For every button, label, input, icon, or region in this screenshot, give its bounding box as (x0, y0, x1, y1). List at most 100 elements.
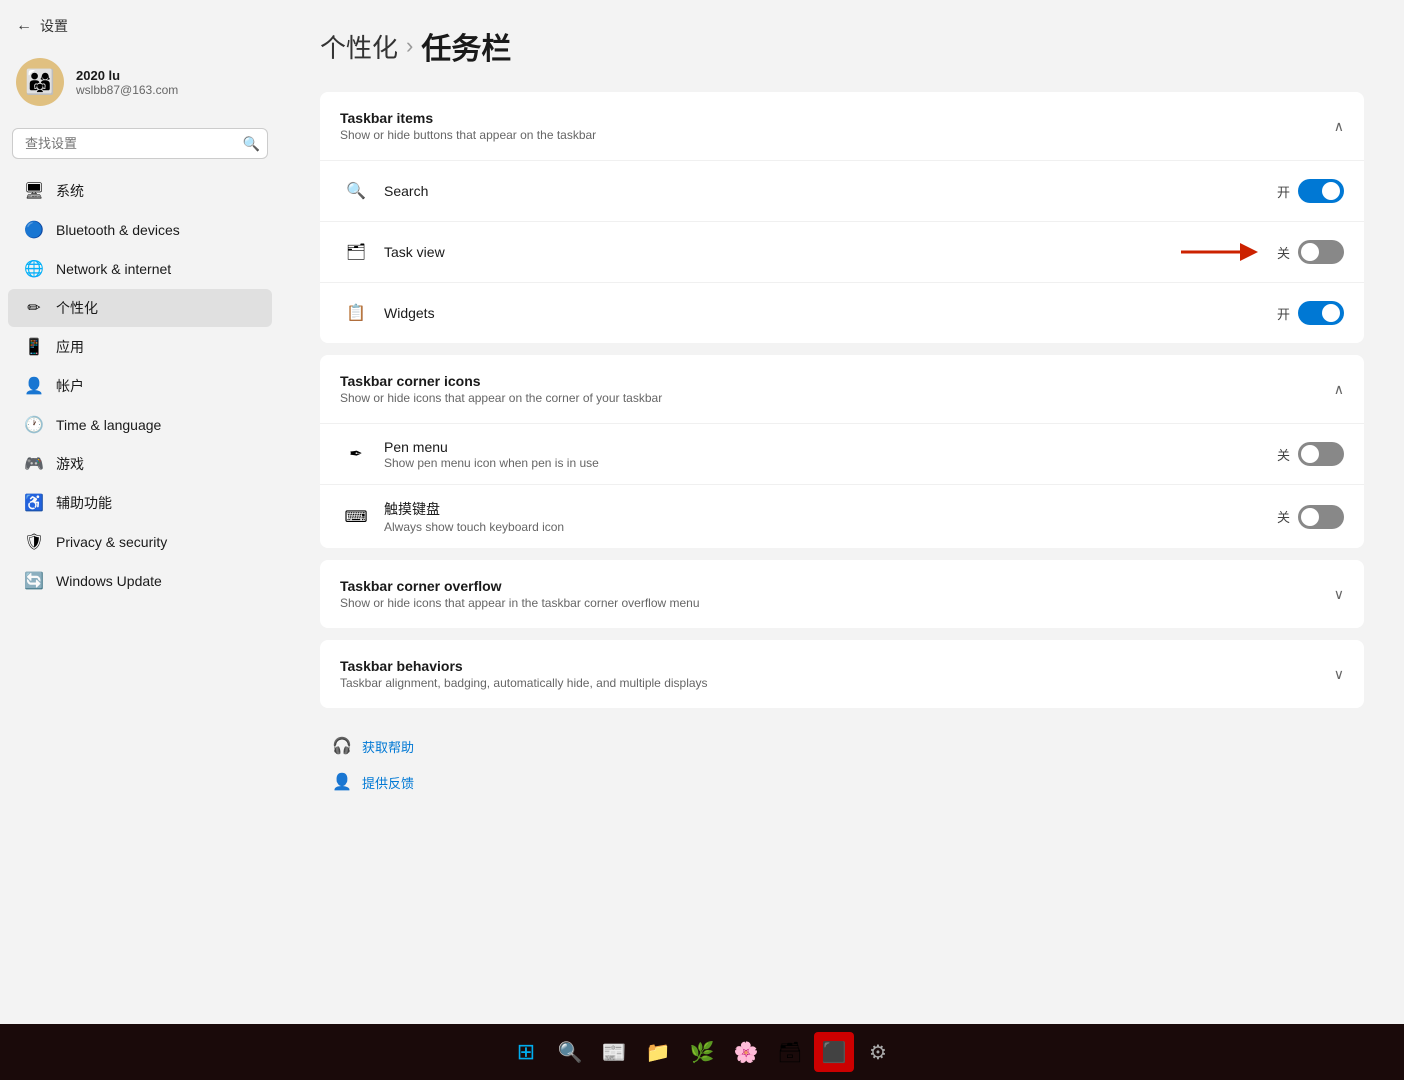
section-taskbar-items: Taskbar items Show or hide buttons that … (320, 92, 1364, 343)
task-view-state: 关 (1277, 243, 1290, 262)
section-header-taskbar-corner-overflow[interactable]: Taskbar corner overflow Show or hide ico… (320, 560, 1364, 628)
search-name: Search (384, 183, 1277, 199)
sidebar-label-time: Time & language (56, 417, 161, 433)
touch-keyboard-info: 触摸键盘 Always show touch keyboard icon (384, 499, 1277, 534)
touch-keyboard-state: 关 (1277, 507, 1290, 526)
main-content: 个性化 › 任务栏 Taskbar items Show or hide but… (280, 0, 1404, 1024)
widgets-toggle-track[interactable] (1298, 301, 1344, 325)
privacy-icon: 🛡 (24, 532, 44, 552)
sidebar-label-privacy: Privacy & security (56, 534, 167, 550)
sidebar: ← 设置 👨‍👩‍👧 2020 lu wslbb87@163.com 🔍 🖥 系… (0, 0, 280, 1024)
sidebar-label-network: Network & internet (56, 261, 171, 277)
sidebar-item-personalization[interactable]: ✏ 个性化 (8, 289, 272, 327)
back-button[interactable]: ← 设置 (0, 8, 280, 44)
sidebar-item-gaming[interactable]: 🎮 游戏 (8, 445, 272, 483)
touch-keyboard-desc: Always show touch keyboard icon (384, 520, 1277, 534)
task-view-toggle-track[interactable] (1298, 240, 1344, 264)
taskbar-icons: ⊞ 🔍 📰 📁 🌿 🌸 🗃 ⬛ ⚙ (506, 1032, 898, 1072)
avatar: 👨‍👩‍👧 (16, 58, 64, 106)
pen-menu-name: Pen menu (384, 439, 1277, 455)
widgets-toggle[interactable] (1298, 301, 1344, 325)
search-icon: 🔍 (243, 135, 260, 152)
sidebar-item-bluetooth[interactable]: 🔵 Bluetooth & devices (8, 211, 272, 249)
sidebar-item-network[interactable]: 🌐 Network & internet (8, 250, 272, 288)
section-title-block-taskbar-corner-icons: Taskbar corner icons Show or hide icons … (340, 373, 662, 405)
settings-taskbar-icon[interactable]: ⚙ (858, 1032, 898, 1072)
touch-keyboard-icon: ⌨ (340, 501, 372, 533)
search-toggle[interactable] (1298, 179, 1344, 203)
widgets-controls: 开 (1277, 301, 1344, 325)
browser2-taskbar-icon[interactable]: 🌸 (726, 1032, 766, 1072)
touch-keyboard-controls: 关 (1277, 505, 1344, 529)
setting-row-pen-menu: ✒ Pen menu Show pen menu icon when pen i… (320, 424, 1364, 485)
breadcrumb: 个性化 › 任务栏 (320, 24, 1364, 68)
sidebar-item-apps[interactable]: 📱 应用 (8, 328, 272, 366)
search-toggle-thumb (1322, 182, 1340, 200)
search-taskbar-icon[interactable]: 🔍 (550, 1032, 590, 1072)
touch-keyboard-toggle[interactable] (1298, 505, 1344, 529)
section-title-taskbar-corner-icons: Taskbar corner icons (340, 373, 662, 389)
section-subtitle-taskbar-corner-icons: Show or hide icons that appear on the co… (340, 391, 662, 405)
search-toggle-track[interactable] (1298, 179, 1344, 203)
search-info: Search (384, 183, 1277, 200)
sidebar-item-time[interactable]: 🕐 Time & language (8, 406, 272, 444)
browser1-taskbar-icon[interactable]: 🌿 (682, 1032, 722, 1072)
breadcrumb-parent: 个性化 (320, 28, 398, 65)
sidebar-item-system[interactable]: 🖥 系统 (8, 172, 272, 210)
sidebar-item-privacy[interactable]: 🛡 Privacy & security (8, 523, 272, 561)
section-taskbar-corner-overflow: Taskbar corner overflow Show or hide ico… (320, 560, 1364, 628)
section-chevron-taskbar-corner-overflow: ∨ (1334, 586, 1344, 603)
feedback-label[interactable]: 提供反馈 (362, 773, 414, 792)
system-icon: 🖥 (24, 181, 44, 201)
widgets-toggle-thumb (1322, 304, 1340, 322)
section-title-taskbar-behaviors: Taskbar behaviors (340, 658, 708, 674)
section-subtitle-taskbar-behaviors: Taskbar alignment, badging, automaticall… (340, 676, 708, 690)
task-view-taskbar-icon[interactable]: 📰 (594, 1032, 634, 1072)
feedback-icon: 👤 (332, 772, 352, 792)
feedback-link[interactable]: 👤 提供反馈 (328, 764, 1356, 800)
pen-menu-icon: ✒ (340, 438, 372, 470)
pen-menu-controls: 关 (1277, 442, 1344, 466)
section-header-taskbar-behaviors[interactable]: Taskbar behaviors Taskbar alignment, bad… (320, 640, 1364, 708)
files-taskbar-icon[interactable]: 📁 (638, 1032, 678, 1072)
pen-menu-state: 关 (1277, 445, 1290, 464)
touch-keyboard-toggle-track[interactable] (1298, 505, 1344, 529)
touch-keyboard-toggle-thumb (1301, 508, 1319, 526)
app1-taskbar-icon[interactable]: 🗃 (770, 1032, 810, 1072)
widgets-icon: 📋 (340, 297, 372, 329)
gaming-icon: 🎮 (24, 454, 44, 474)
sidebar-label-system: 系统 (56, 181, 84, 201)
sidebar-label-bluetooth: Bluetooth & devices (56, 222, 180, 238)
sections-container: Taskbar items Show or hide buttons that … (320, 92, 1364, 708)
section-header-taskbar-items[interactable]: Taskbar items Show or hide buttons that … (320, 92, 1364, 160)
sidebar-item-accounts[interactable]: 👤 帐户 (8, 367, 272, 405)
widgets-name: Widgets (384, 305, 1277, 321)
pen-menu-toggle[interactable] (1298, 442, 1344, 466)
accessibility-icon: ♿ (24, 493, 44, 513)
sidebar-item-accessibility[interactable]: ♿ 辅助功能 (8, 484, 272, 522)
user-email: wslbb87@163.com (76, 83, 178, 97)
section-title-taskbar-corner-overflow: Taskbar corner overflow (340, 578, 700, 594)
setting-row-widgets: 📋 Widgets 开 (320, 283, 1364, 343)
get-help-label[interactable]: 获取帮助 (362, 737, 414, 756)
user-info: 2020 lu wslbb87@163.com (76, 68, 178, 97)
sidebar-label-accessibility: 辅助功能 (56, 493, 112, 513)
app-title: 设置 (40, 16, 68, 36)
app2-taskbar-icon[interactable]: ⬛ (814, 1032, 854, 1072)
pen-menu-info: Pen menu Show pen menu icon when pen is … (384, 439, 1277, 470)
search-icon: 🔍 (340, 175, 372, 207)
section-title-block-taskbar-corner-overflow: Taskbar corner overflow Show or hide ico… (340, 578, 700, 610)
pen-menu-toggle-track[interactable] (1298, 442, 1344, 466)
sidebar-item-update[interactable]: 🔄 Windows Update (8, 562, 272, 600)
update-icon: 🔄 (24, 571, 44, 591)
start-button[interactable]: ⊞ (506, 1032, 546, 1072)
nav-list: 🖥 系统 🔵 Bluetooth & devices 🌐 Network & i… (0, 171, 280, 601)
personalization-icon: ✏ (24, 298, 44, 318)
section-header-taskbar-corner-icons[interactable]: Taskbar corner icons Show or hide icons … (320, 355, 1364, 423)
task-view-toggle[interactable] (1298, 240, 1344, 264)
search-input[interactable] (12, 128, 268, 159)
task-view-toggle-thumb (1301, 243, 1319, 261)
get-help-link[interactable]: 🎧 获取帮助 (328, 728, 1356, 764)
sidebar-label-personalization: 个性化 (56, 298, 98, 318)
section-subtitle-taskbar-corner-overflow: Show or hide icons that appear in the ta… (340, 596, 700, 610)
